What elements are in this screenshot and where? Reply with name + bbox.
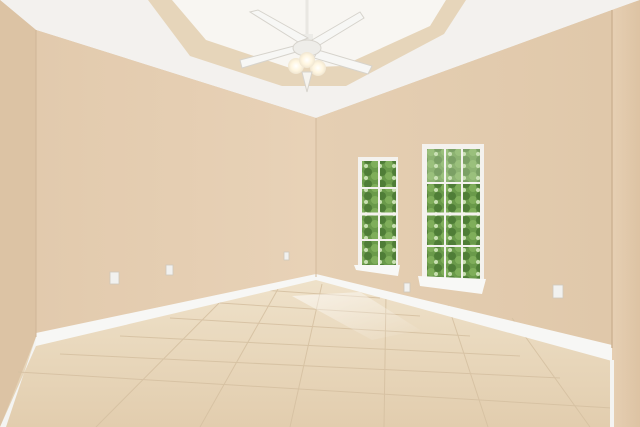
near-right-baseboard: [610, 360, 614, 427]
room-scene: [0, 0, 640, 427]
electrical-outlet-icon: [552, 284, 564, 299]
window-icon: [354, 157, 400, 276]
window-icon: [418, 144, 486, 294]
near-right-wall: [612, 0, 640, 427]
electrical-outlet-icon: [403, 282, 411, 293]
electrical-outlet-icon: [283, 251, 290, 261]
electrical-outlet-icon: [165, 264, 174, 276]
electrical-outlet-icon: [109, 271, 120, 285]
room-illustration: [0, 0, 640, 427]
